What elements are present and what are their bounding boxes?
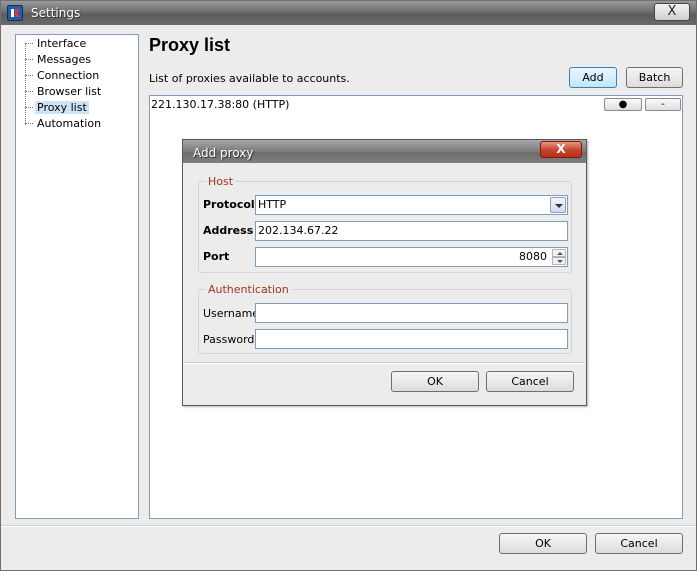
list-item[interactable]: 221.130.17.38:80 (HTTP) (151, 98, 681, 112)
address-field[interactable]: 202.134.67.22 (255, 221, 568, 241)
tree-item-browser-list[interactable]: Browser list (21, 84, 105, 99)
dialog-ok-button[interactable]: OK (391, 371, 479, 392)
page-title: Proxy list (149, 35, 231, 55)
window-title: Settings (31, 6, 81, 20)
protocol-select[interactable]: HTTP (255, 195, 568, 215)
username-field[interactable] (255, 303, 568, 323)
authentication-group: Authentication Username Password (198, 283, 572, 354)
address-label: Address (203, 224, 254, 237)
tree-item-messages[interactable]: Messages (21, 52, 95, 67)
dialog-title-bar[interactable]: Add proxy X (183, 140, 586, 163)
page-description: List of proxies available to accounts. (149, 72, 350, 85)
tree-item-proxy-list[interactable]: Proxy list (21, 100, 91, 115)
add-proxy-dialog: Add proxy X Host Protocol HTTP Address 2… (182, 139, 587, 406)
port-stepper[interactable]: 8080 (255, 247, 568, 267)
host-group: Host Protocol HTTP Address 202.134.67.22… (198, 175, 572, 273)
spin-up-icon[interactable] (552, 249, 566, 257)
authentication-legend: Authentication (206, 283, 291, 296)
protocol-value: HTTP (258, 198, 287, 211)
dialog-divider (184, 362, 585, 364)
ok-button[interactable]: OK (499, 533, 587, 554)
password-field[interactable] (255, 329, 568, 349)
add-proxy-button[interactable]: Add (569, 67, 617, 88)
username-label: Username (203, 307, 260, 320)
dialog-title: Add proxy (193, 146, 254, 160)
app-icon (7, 5, 23, 21)
tree-item-automation[interactable]: Automation (21, 116, 105, 131)
tree-item-connection[interactable]: Connection (21, 68, 103, 83)
settings-window: Settings X Interface Messages Connection… (0, 0, 697, 571)
spin-down-icon[interactable] (552, 257, 566, 265)
proxy-remove-button[interactable]: - (645, 98, 681, 111)
proxy-entry-text: 221.130.17.38:80 (HTTP) (151, 98, 290, 111)
settings-tree: Interface Messages Connection Browser li… (15, 34, 139, 519)
cancel-button[interactable]: Cancel (595, 533, 683, 554)
port-value: 8080 (519, 250, 547, 263)
password-label: Password (203, 333, 255, 346)
close-icon[interactable]: X (654, 3, 690, 21)
tree-item-interface[interactable]: Interface (21, 36, 90, 51)
protocol-label: Protocol (203, 198, 255, 211)
host-legend: Host (206, 175, 236, 188)
batch-button[interactable]: Batch (626, 67, 683, 88)
port-label: Port (203, 250, 230, 263)
address-value: 202.134.67.22 (258, 224, 339, 237)
proxy-toggle-button[interactable]: ● (604, 98, 642, 111)
dropdown-arrow-icon[interactable] (550, 197, 566, 213)
dialog-cancel-button[interactable]: Cancel (486, 371, 574, 392)
title-bar[interactable]: Settings X (1, 1, 696, 25)
close-icon[interactable]: X (540, 141, 582, 158)
footer-divider (1, 525, 696, 527)
